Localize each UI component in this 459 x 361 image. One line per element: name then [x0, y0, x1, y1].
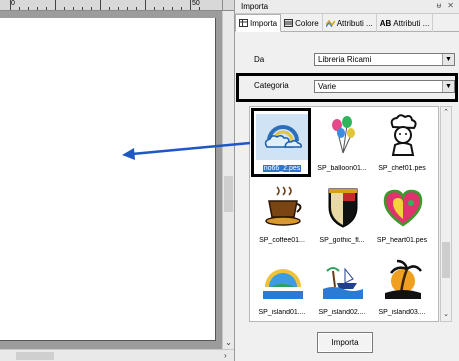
- thumbnail-item[interactable]: SP_chef01.pes: [372, 111, 432, 181]
- ruler-tick: [64, 7, 65, 10]
- ruler-tick: [37, 7, 38, 10]
- ruler-tick: [109, 7, 110, 10]
- thumbnail-caption: SP_heart01.pes: [376, 237, 428, 244]
- ruler-tick: [82, 7, 83, 10]
- island-palm-icon: [385, 259, 422, 299]
- ruler-tick: [172, 7, 173, 10]
- island-ship-icon: [323, 267, 363, 299]
- balloons-icon: [332, 116, 355, 154]
- ruler-tick: [100, 0, 101, 10]
- thumbnail-caption: SP_chef01.pes: [378, 165, 426, 172]
- island-icon: [263, 269, 303, 299]
- thumbnail-item[interactable]: SP_island03....: [372, 255, 432, 325]
- ruler-corner: [222, 0, 234, 11]
- design-page[interactable]: [0, 18, 216, 341]
- ruler-tick: [163, 7, 164, 10]
- ruler-tick: [46, 7, 47, 10]
- chef-icon: [390, 114, 417, 156]
- ruler-label-50: 50: [192, 0, 200, 7]
- from-select-value: Libreria Ricami: [318, 55, 372, 64]
- scroll-down-arrow-icon[interactable]: ⌄: [223, 337, 234, 349]
- thumbnail-item[interactable]: SP_heart01.pes: [372, 183, 432, 253]
- tab-attributi-testo[interactable]: AB Attributi ...: [377, 14, 434, 32]
- heart-icon: [383, 189, 423, 227]
- from-select[interactable]: Libreria Ricami ▼: [314, 53, 455, 66]
- scroll-up-arrow-icon[interactable]: ⌃: [441, 108, 451, 116]
- ruler-tick: [19, 7, 20, 10]
- category-highlight-box: [236, 73, 458, 102]
- ruler-tick: [55, 0, 56, 10]
- tab-attributi-cucitura[interactable]: Attributi ...: [323, 14, 377, 32]
- thumbnail-caption: SP_island02....: [318, 309, 366, 316]
- scroll-right-arrow-icon[interactable]: ›: [224, 350, 227, 361]
- import-icon: [239, 19, 248, 27]
- ruler-tick: [181, 7, 182, 10]
- thumbnail-item[interactable]: SP_gothic_fl...: [312, 183, 372, 253]
- scrollbar-thumb[interactable]: [224, 176, 233, 212]
- thumbnail-item[interactable]: SP_island01....: [252, 255, 312, 325]
- scrollbar-thumb[interactable]: [442, 242, 450, 278]
- panel-tabs: Importa Colore Attributi ... AB Attribut…: [235, 14, 459, 32]
- ruler-tick: [91, 7, 92, 10]
- ruler-tick: [145, 0, 146, 10]
- tab-label: Importa: [250, 18, 278, 28]
- thumbnail-item[interactable]: SP_coffee01...: [252, 183, 312, 253]
- ruler-tick: [199, 7, 200, 10]
- thumbnail-item[interactable]: SP_balloon01...: [312, 111, 372, 181]
- horizontal-ruler: 0 50: [0, 0, 222, 11]
- scroll-down-arrow-icon[interactable]: ⌄: [441, 310, 451, 318]
- tab-label: Attributi ...: [393, 18, 430, 28]
- tab-importa[interactable]: Importa: [235, 14, 282, 32]
- tab-colore[interactable]: Colore: [281, 14, 323, 32]
- panel-header: Importa ᵾ ✕: [235, 0, 459, 14]
- tab-label: Attributi ...: [336, 18, 373, 28]
- ruler-tick: [10, 0, 11, 10]
- stitch-attributes-icon: [325, 19, 336, 28]
- thumbnail-item[interactable]: SP_island02....: [312, 255, 372, 325]
- scrollbar-thumb[interactable]: [16, 352, 54, 360]
- thumbnail-caption: SP_coffee01...: [259, 237, 305, 244]
- ruler-tick: [127, 7, 128, 10]
- ruler-tick: [190, 0, 191, 10]
- panel-title: Importa: [241, 2, 269, 11]
- from-label: Da: [254, 55, 265, 64]
- import-button[interactable]: Importa: [317, 332, 373, 353]
- ruler-label-0: 0: [11, 0, 15, 7]
- ruler-tick: [118, 7, 119, 10]
- design-canvas-area[interactable]: 0 50 ⌄ ›: [0, 0, 234, 361]
- thumbnail-caption: SP_balloon01...: [317, 165, 367, 172]
- panel-pin-close-icons[interactable]: ᵾ ✕: [437, 1, 456, 10]
- thumbnail-scrollbar[interactable]: ⌃ ⌄: [440, 106, 452, 322]
- coffee-cup-icon: [265, 186, 302, 226]
- canvas-vertical-scrollbar[interactable]: ⌄: [222, 11, 234, 349]
- thumbnail-caption: SP_gothic_fl...: [319, 237, 365, 244]
- ruler-tick: [136, 7, 137, 10]
- canvas-horizontal-scrollbar[interactable]: ›: [0, 349, 234, 361]
- ruler-tick: [28, 7, 29, 10]
- chevron-down-icon[interactable]: ▼: [442, 54, 454, 65]
- text-attributes-icon: AB: [379, 18, 392, 28]
- color-icon: [284, 19, 294, 27]
- thumbnail-caption: SP_island03....: [378, 309, 426, 316]
- ruler-tick: [154, 7, 155, 10]
- gothic-shield-icon: [328, 188, 358, 228]
- selected-item-highlight-box: [251, 108, 311, 177]
- tab-label: Colore: [295, 18, 319, 28]
- thumbnail-caption: SP_island01....: [258, 309, 306, 316]
- ruler-tick: [73, 7, 74, 10]
